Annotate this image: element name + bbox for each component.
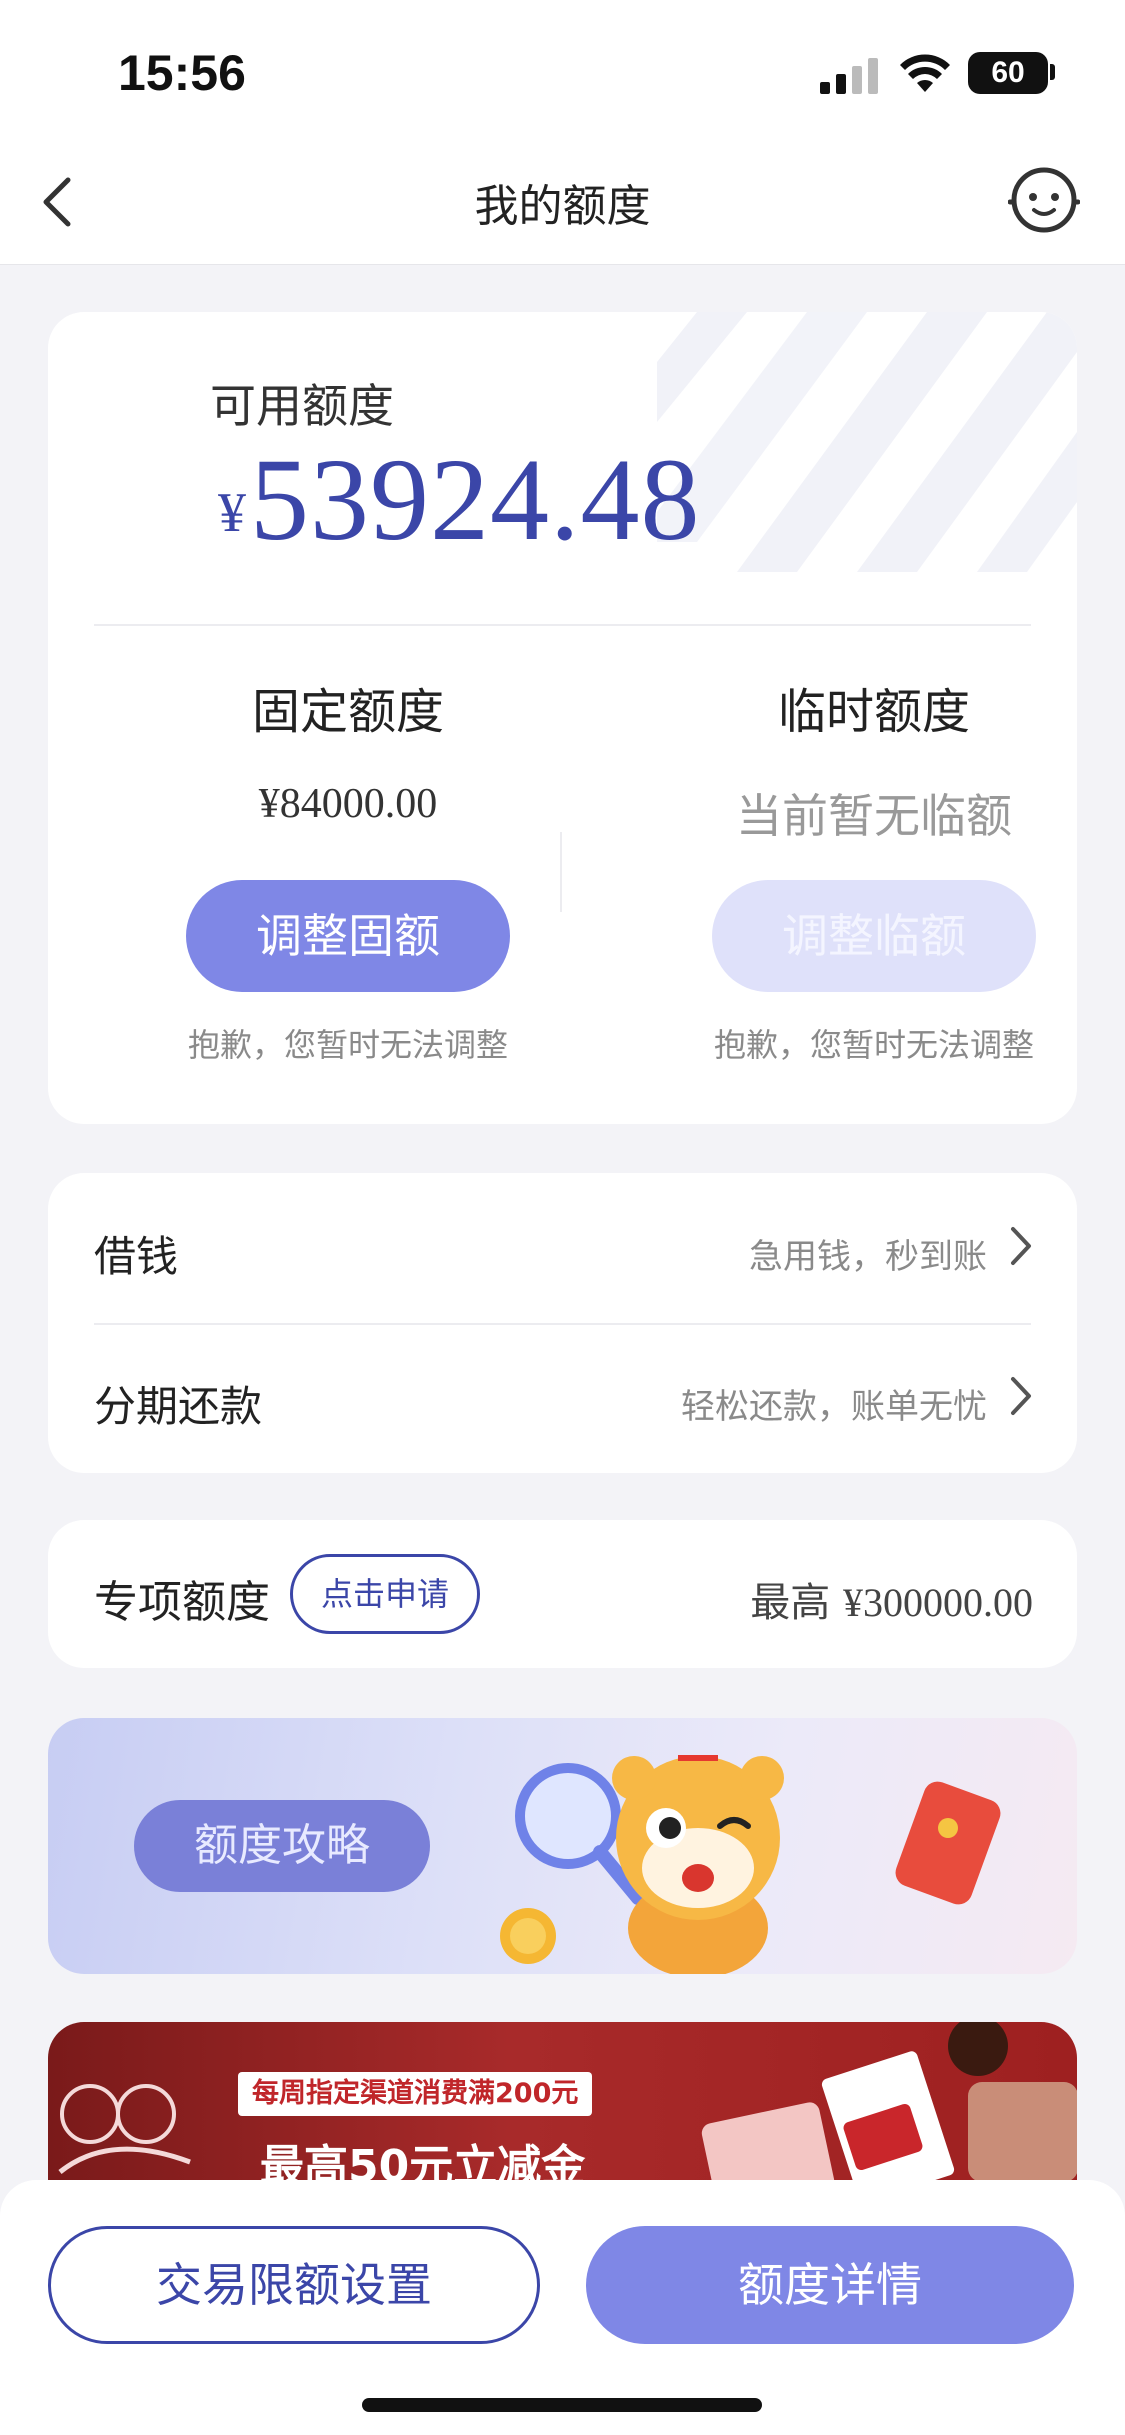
available-credit-amount: ¥53924.48 (218, 432, 701, 568)
menu-card: 借钱 急用钱，秒到账 分期还款 轻松还款，账单无忧 (48, 1173, 1077, 1473)
battery-indicator: 60 (968, 52, 1048, 94)
column-divider (560, 832, 562, 912)
promo-headline: 最高50元立减金 (260, 2141, 586, 2182)
promo-goods-illustration (701, 2022, 1077, 2182)
special-max-prefix: 最高 (750, 1580, 831, 1626)
apply-special-credit-button[interactable]: 点击申请 (290, 1554, 480, 1634)
friday-promo-logo (58, 2084, 191, 2174)
credit-summary-card: 可用额度 ¥53924.48 固定额度 ¥84000.00 调整固额 抱歉，您暂… (48, 312, 1077, 1124)
special-credit-label: 专项额度 (94, 1577, 270, 1628)
credit-guide-pill[interactable]: 额度攻略 (134, 1800, 430, 1892)
special-credit-card: 专项额度 点击申请 最高 ¥300000.00 (48, 1520, 1077, 1668)
special-credit-max: 最高 ¥300000.00 (750, 1570, 1033, 1628)
special-max-value: ¥300000.00 (843, 1580, 1033, 1625)
adjust-fixed-credit-button[interactable]: 调整固额 (186, 880, 510, 992)
chevron-right-icon (1011, 1377, 1031, 1415)
promo-tag: 每周指定渠道消费满200元 (238, 2072, 593, 2116)
promo-banner[interactable]: 每周指定渠道消费满200元 最高50元立减金 (48, 2022, 1077, 2182)
bottom-action-bar: 交易限额设置 额度详情 (0, 2180, 1125, 2435)
chevron-right-icon (1011, 1227, 1031, 1265)
adjust-temporary-credit-button[interactable]: 调整临额 (712, 880, 1036, 992)
customer-service-icon[interactable] (1008, 164, 1080, 236)
wifi-icon (900, 54, 950, 92)
nav-bar: 我的额度 (0, 150, 1125, 265)
menu-item-hint: 轻松还款，账单无忧 (681, 1387, 987, 1427)
temporary-credit-title: 临时额度 (777, 684, 970, 740)
currency-symbol: ¥ (218, 482, 246, 544)
status-time: 15:56 (118, 45, 246, 101)
fixed-credit-title: 固定额度 (251, 684, 444, 740)
menu-item-installment[interactable]: 分期还款 轻松还款，账单无忧 (48, 1323, 1077, 1473)
temporary-credit-note: 抱歉，您暂时无法调整 (713, 1026, 1034, 1064)
credit-details-button[interactable]: 额度详情 (586, 2226, 1074, 2344)
menu-item-borrow[interactable]: 借钱 急用钱，秒到账 (48, 1173, 1077, 1323)
transaction-limit-settings-button[interactable]: 交易限额设置 (48, 2226, 540, 2344)
divider (94, 624, 1031, 626)
temporary-credit-value: 当前暂无临额 (736, 789, 1012, 843)
page-title: 我的额度 (474, 181, 651, 232)
menu-item-label: 分期还款 (94, 1382, 263, 1431)
available-amount-value: 53924.48 (250, 434, 701, 565)
battery-cap (1050, 64, 1055, 80)
decorative-stripes (657, 312, 1077, 572)
fixed-credit-value: ¥84000.00 (258, 781, 438, 827)
fixed-credit-note: 抱歉，您暂时无法调整 (187, 1026, 508, 1064)
menu-item-hint: 急用钱，秒到账 (749, 1237, 987, 1277)
home-indicator (362, 2398, 762, 2412)
tiger-mascot-illustration (500, 1755, 1001, 1974)
credit-guide-banner[interactable]: 额度攻略 (48, 1718, 1077, 1974)
available-credit-label: 可用额度 (210, 379, 394, 433)
status-bar: 15:56 60 (0, 0, 1125, 150)
fixed-credit-column: 固定额度 ¥84000.00 调整固额 抱歉，您暂时无法调整 (138, 672, 558, 1066)
menu-item-label: 借钱 (94, 1232, 179, 1281)
cellular-signal-icon (820, 58, 878, 94)
temporary-credit-column: 临时额度 当前暂无临额 调整临额 抱歉，您暂时无法调整 (664, 672, 1077, 1066)
